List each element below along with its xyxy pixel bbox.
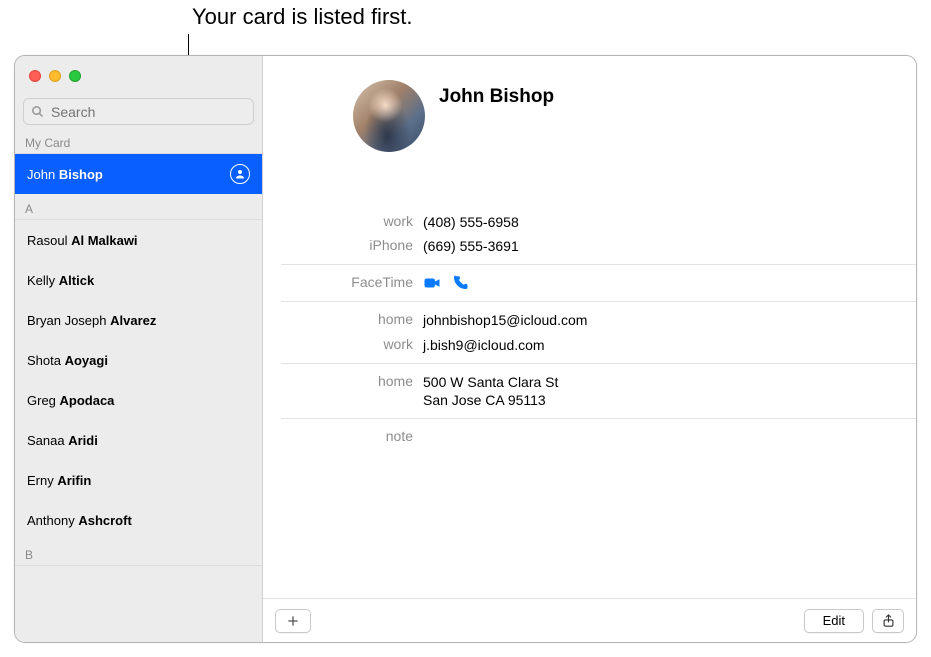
bottom-toolbar: Edit [263, 598, 916, 642]
contact-last-name: Bishop [59, 167, 103, 182]
close-window-button[interactable] [29, 70, 41, 82]
add-contact-button[interactable] [275, 609, 311, 633]
field-value[interactable]: (669) 555-3691 [423, 237, 519, 255]
field-label: iPhone [263, 237, 423, 253]
divider [281, 264, 916, 265]
contact-last-name: Apodaca [60, 393, 115, 408]
field-value[interactable]: 500 W Santa Clara St San Jose CA 95113 [423, 373, 558, 409]
app-window: My Card John Bishop A Rasoul Al Malkawi … [14, 55, 917, 643]
list-item[interactable]: Greg Apodaca [15, 380, 262, 420]
contact-first-name: Kelly [27, 273, 59, 288]
field-label: note [263, 428, 423, 444]
contact-first-name: John [27, 167, 59, 182]
contact-first-name: Shota [27, 353, 65, 368]
divider [281, 363, 916, 364]
email-work-row: work j.bish9@icloud.com [263, 333, 916, 357]
contact-last-name: Arifin [57, 473, 91, 488]
window-controls [15, 56, 262, 96]
address-line-1: 500 W Santa Clara St [423, 373, 558, 391]
search-icon [30, 104, 45, 119]
facetime-row: FaceTime [263, 271, 916, 295]
contact-first-name: Sanaa [27, 433, 68, 448]
contact-last-name: Aridi [68, 433, 98, 448]
list-item[interactable]: Sanaa Aridi [15, 420, 262, 460]
contact-fields: work (408) 555-6958 iPhone (669) 555-369… [263, 210, 916, 447]
my-card-badge-icon [230, 164, 250, 184]
email-home-row: home johnbishop15@icloud.com [263, 308, 916, 332]
list-item[interactable]: Kelly Altick [15, 260, 262, 300]
divider [281, 301, 916, 302]
list-item[interactable]: Bryan Joseph Alvarez [15, 300, 262, 340]
field-value[interactable]: johnbishop15@icloud.com [423, 311, 587, 329]
contact-last-name: Al Malkawi [71, 233, 137, 248]
field-label: FaceTime [263, 274, 423, 290]
search-input[interactable] [45, 104, 253, 120]
plus-icon [286, 614, 300, 628]
phone-iphone-row: iPhone (669) 555-3691 [263, 234, 916, 258]
field-label: home [263, 311, 423, 327]
section-header-a: A [15, 194, 262, 220]
list-item[interactable]: Anthony Ashcroft [15, 500, 262, 540]
list-item[interactable]: Erny Arifin [15, 460, 262, 500]
contact-name-heading: John Bishop [439, 80, 554, 108]
fullscreen-window-button[interactable] [69, 70, 81, 82]
callout-text: Your card is listed first. [192, 4, 413, 30]
contact-last-name: Aoyagi [65, 353, 108, 368]
section-header-b: B [15, 540, 262, 566]
my-card-section-header: My Card [15, 133, 262, 154]
field-value[interactable]: j.bish9@icloud.com [423, 336, 545, 354]
edit-button[interactable]: Edit [804, 609, 864, 633]
field-value[interactable]: (408) 555-6958 [423, 213, 519, 231]
share-button[interactable] [872, 609, 904, 633]
contact-first-name: Anthony [27, 513, 78, 528]
phone-work-row: work (408) 555-6958 [263, 210, 916, 234]
contact-detail-pane: John Bishop work (408) 555-6958 iPhone (… [263, 56, 916, 642]
field-label: home [263, 373, 423, 389]
contact-first-name: Bryan Joseph [27, 313, 110, 328]
search-field[interactable] [23, 98, 254, 125]
divider [281, 418, 916, 419]
address-row: home 500 W Santa Clara St San Jose CA 95… [263, 370, 916, 412]
contact-first-name: Erny [27, 473, 57, 488]
list-item[interactable]: Shota Aoyagi [15, 340, 262, 380]
list-item[interactable]: Rasoul Al Malkawi [15, 220, 262, 260]
facetime-video-icon[interactable] [423, 274, 441, 292]
contact-last-name: Ashcroft [78, 513, 131, 528]
contact-last-name: Altick [59, 273, 94, 288]
sidebar: My Card John Bishop A Rasoul Al Malkawi … [15, 56, 263, 642]
note-row: note [263, 425, 916, 447]
facetime-audio-icon[interactable] [451, 274, 469, 292]
share-icon [881, 613, 896, 628]
contact-list: My Card John Bishop A Rasoul Al Malkawi … [15, 133, 262, 642]
address-line-2: San Jose CA 95113 [423, 391, 558, 409]
minimize-window-button[interactable] [49, 70, 61, 82]
contact-first-name: Rasoul [27, 233, 71, 248]
contact-last-name: Alvarez [110, 313, 156, 328]
avatar[interactable] [353, 80, 425, 152]
field-label: work [263, 213, 423, 229]
my-card-row[interactable]: John Bishop [15, 154, 262, 194]
contact-first-name: Greg [27, 393, 60, 408]
field-label: work [263, 336, 423, 352]
